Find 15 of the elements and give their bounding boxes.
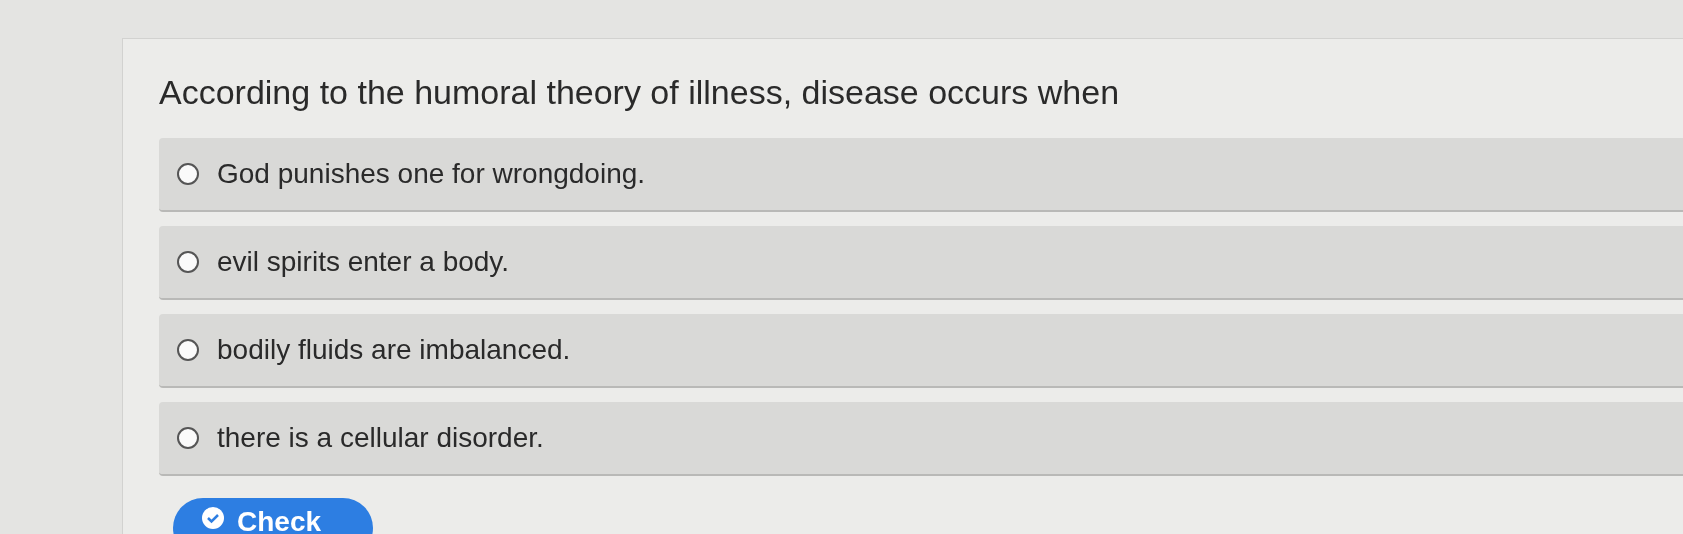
question-text: According to the humoral theory of illness, disease occurs when (159, 73, 1121, 112)
answer-option[interactable]: God punishes one for wrongdoing. (159, 138, 1683, 212)
radio-button[interactable] (177, 339, 199, 361)
radio-button[interactable] (177, 163, 199, 185)
check-circle-icon (201, 506, 225, 530)
answer-option[interactable]: there is a cellular disorder. (159, 402, 1683, 476)
radio-button[interactable] (177, 251, 199, 273)
answer-option[interactable]: bodily fluids are imbalanced. (159, 314, 1683, 388)
option-label: God punishes one for wrongdoing. (217, 158, 646, 190)
option-label: bodily fluids are imbalanced. (217, 334, 571, 366)
option-label: evil spirits enter a body. (217, 246, 510, 278)
option-label: there is a cellular disorder. (217, 422, 544, 454)
check-button[interactable]: Check (173, 498, 373, 534)
radio-button[interactable] (177, 427, 199, 449)
answer-option[interactable]: evil spirits enter a body. (159, 226, 1683, 300)
